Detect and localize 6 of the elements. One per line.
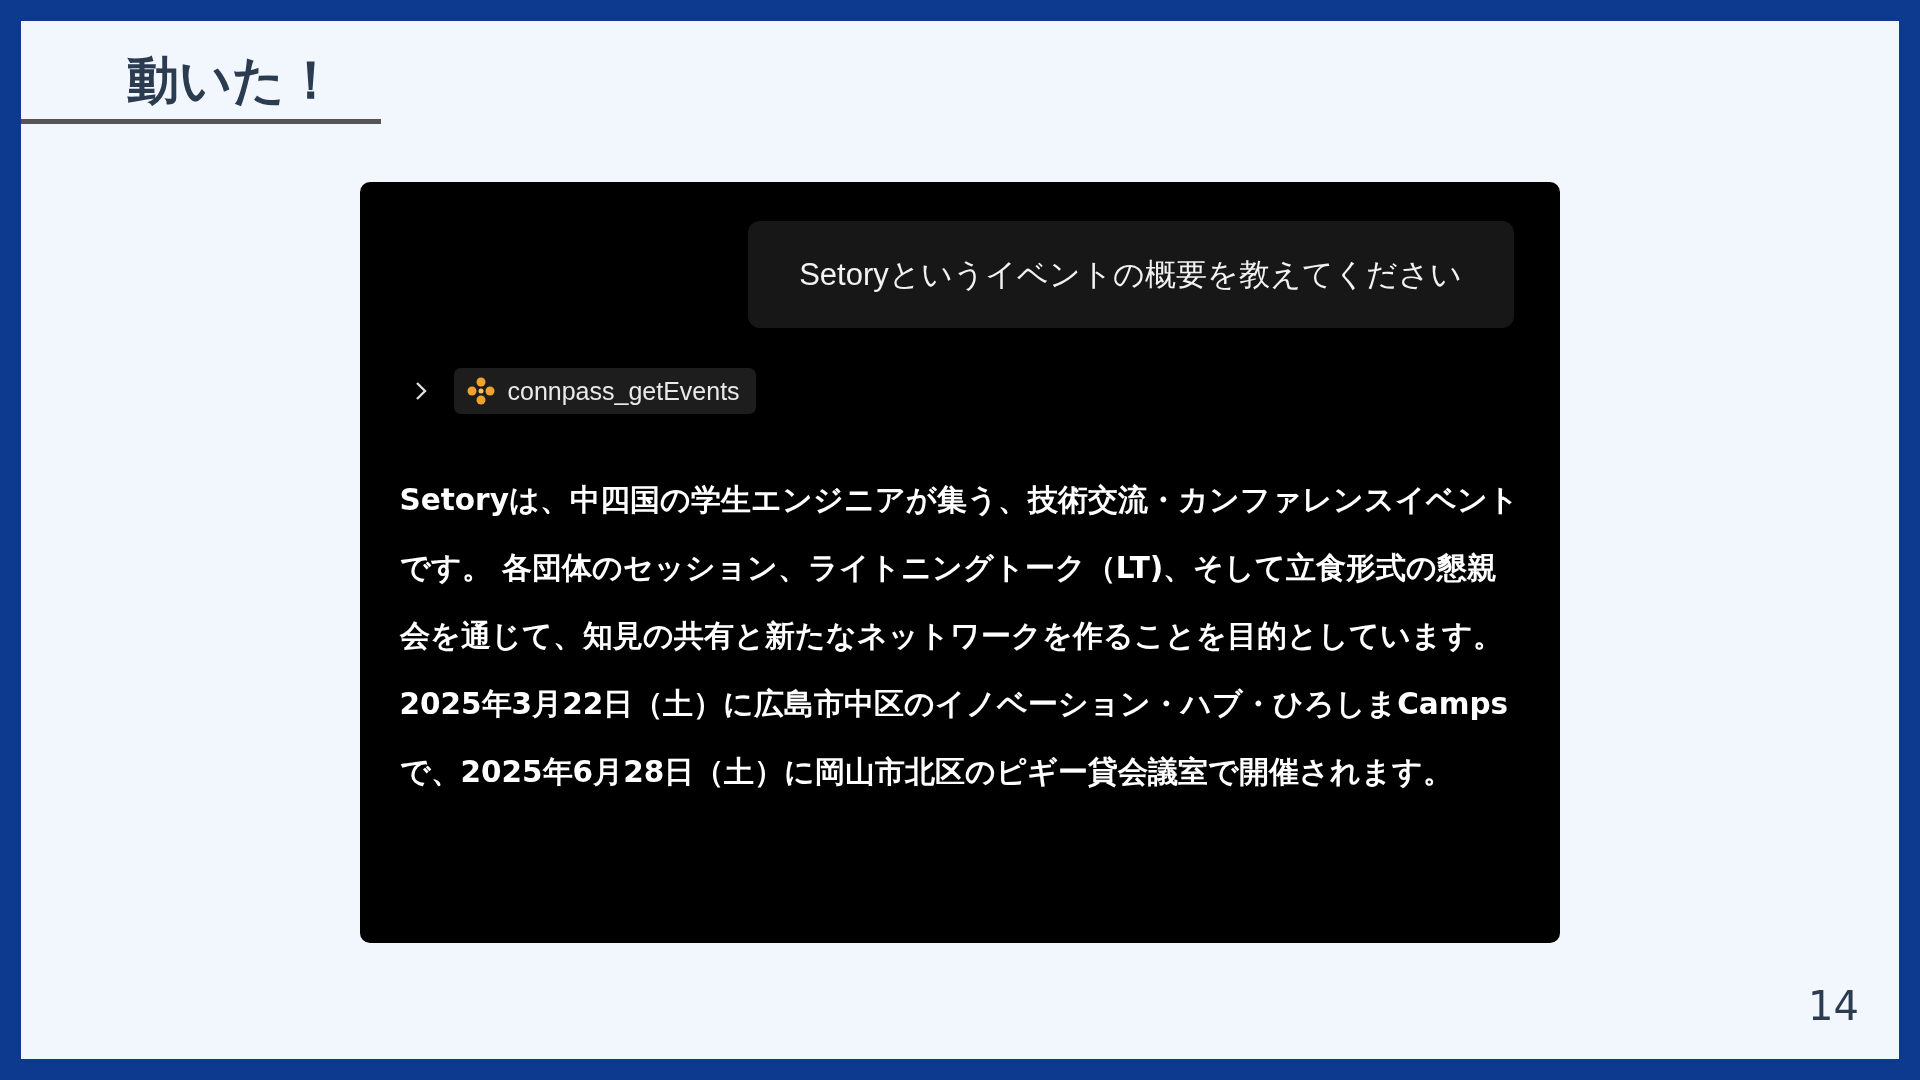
page-number: 14 bbox=[1808, 983, 1859, 1029]
dots-icon bbox=[465, 376, 496, 407]
assistant-response: Setoryは、中四国の学生エンジニアが集う、技術交流・カンファレンスイベントです。 各団体のセッション、ライトニングトーク（LT)、そして立食形式の懇親会を通じて、知見の共有と新たなネットワークを作ることを目的としています。 2025年3月22日（土）に広島市中区のイノベーション・ハブ・ひろしまCampsで、2025年6月28日（土）に岡山市北区のピギー貸会議室で開催されます。 bbox=[399, 482, 1520, 792]
slide-title: 動いた！ bbox=[127, 49, 337, 112]
user-message: Setoryというイベントの概要を教えてください bbox=[747, 221, 1514, 329]
tool-call-chip[interactable]: connpass_getEvents bbox=[453, 368, 756, 415]
